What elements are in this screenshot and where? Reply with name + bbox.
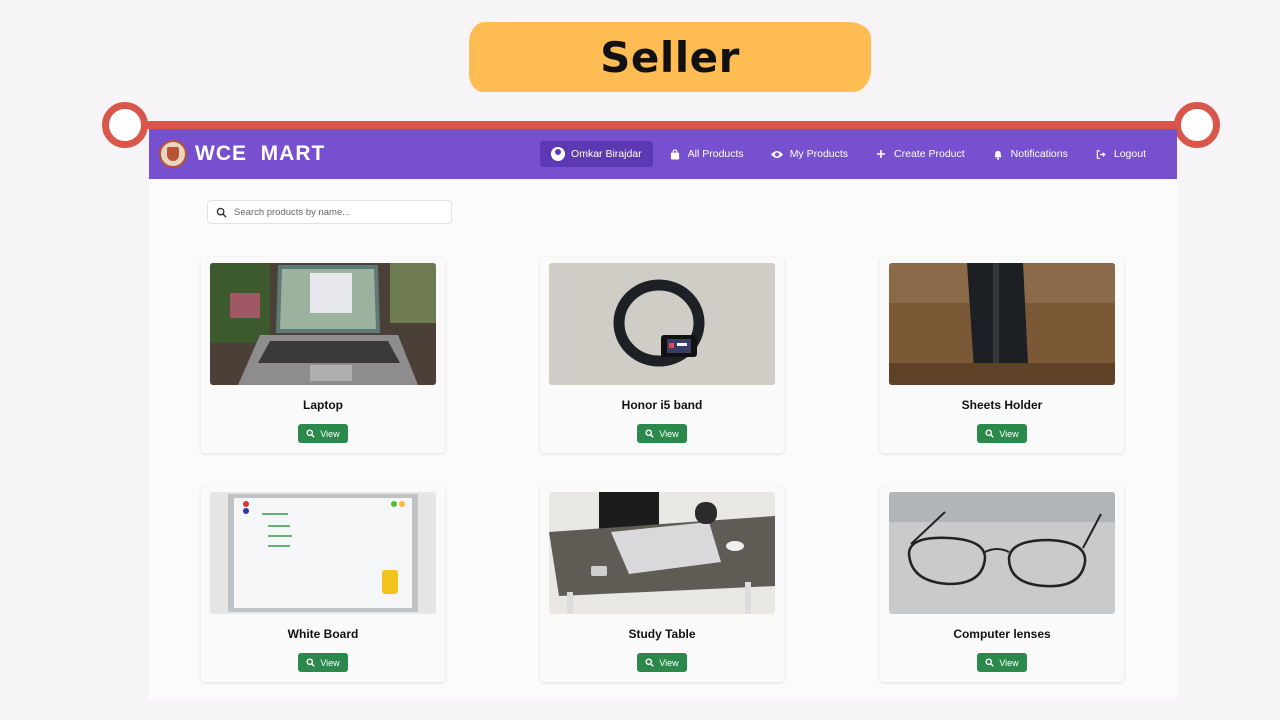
view-button[interactable]: View [637, 653, 687, 672]
product-card: Computer lenses View [880, 486, 1124, 682]
nav-item-create-product[interactable]: Create Product [863, 142, 976, 166]
brand[interactable]: WCE MART [159, 140, 325, 168]
user-circle-icon [551, 147, 566, 161]
product-card: Study Table View [540, 486, 784, 682]
nav-item-logout[interactable]: Logout [1083, 142, 1157, 166]
nav-item-label: Notifications [1010, 148, 1068, 160]
view-button-label: View [999, 657, 1019, 668]
product-card: White Board View [201, 486, 445, 682]
logout-icon [1096, 149, 1106, 159]
nav-item-notifications[interactable]: Notifications [980, 142, 1079, 166]
product-card: Sheets Holder View [880, 257, 1124, 453]
rail-left-circle [102, 102, 148, 148]
glasses-photo[interactable] [889, 492, 1115, 614]
plus-icon [877, 150, 886, 158]
decorative-rail [124, 121, 1197, 129]
laptop-photo[interactable] [210, 263, 436, 385]
view-button-label: View [659, 657, 679, 668]
view-button[interactable]: View [977, 653, 1027, 672]
view-button[interactable]: View [298, 653, 348, 672]
view-button[interactable]: View [977, 424, 1027, 443]
banner-title: Seller [600, 32, 740, 82]
product-card: Honor i5 band View [540, 257, 784, 453]
search-icon [985, 658, 995, 667]
view-button[interactable]: View [298, 424, 348, 443]
view-button[interactable]: View [637, 424, 687, 443]
product-name: Computer lenses [953, 627, 1051, 641]
brand-name: WCE MART [195, 142, 326, 165]
app-window: WCE MART Omkar Birajdar All Products My … [149, 129, 1177, 700]
nav-items: Omkar Birajdar All Products My Products [540, 141, 1157, 167]
nav-item-my-products[interactable]: My Products [759, 142, 859, 166]
rail-right-circle [1174, 102, 1220, 148]
search-box [207, 200, 452, 224]
sheets-holder-photo[interactable] [889, 263, 1115, 385]
search-icon [645, 429, 655, 438]
product-name: White Board [287, 627, 359, 641]
nav-item-all-products[interactable]: All Products [657, 142, 755, 166]
shopping-bag-icon [670, 148, 679, 160]
seller-banner: Seller [469, 22, 871, 92]
view-button-label: View [320, 657, 340, 668]
product-name: Laptop [303, 398, 343, 412]
college-logo-icon [159, 140, 187, 168]
navbar: WCE MART Omkar Birajdar All Products My … [149, 129, 1177, 179]
product-card: Laptop View [201, 257, 445, 453]
study-table-photo[interactable] [549, 492, 775, 614]
search-icon [306, 429, 316, 438]
fitness-band-photo[interactable] [549, 263, 775, 385]
view-button-label: View [320, 428, 340, 439]
whiteboard-photo[interactable] [210, 492, 436, 614]
bell-icon [994, 150, 1002, 160]
search-icon [216, 207, 227, 218]
search-input[interactable] [234, 206, 434, 218]
nav-item-label: Logout [1113, 148, 1146, 160]
nav-item-profile[interactable]: Omkar Birajdar [540, 141, 653, 167]
nav-item-label: Create Product [894, 148, 965, 160]
nav-item-label: My Products [789, 148, 849, 160]
product-name: Study Table [628, 627, 696, 641]
eye-icon [770, 150, 783, 158]
view-button-label: View [999, 428, 1019, 439]
product-name: Honor i5 band [621, 398, 703, 412]
nav-item-label: All Products [687, 148, 744, 160]
view-button-label: View [659, 428, 679, 439]
product-name: Sheets Holder [961, 398, 1043, 412]
search-icon [985, 429, 995, 438]
search-icon [306, 658, 316, 667]
search-icon [645, 658, 655, 667]
nav-item-label: Omkar Birajdar [571, 148, 642, 160]
